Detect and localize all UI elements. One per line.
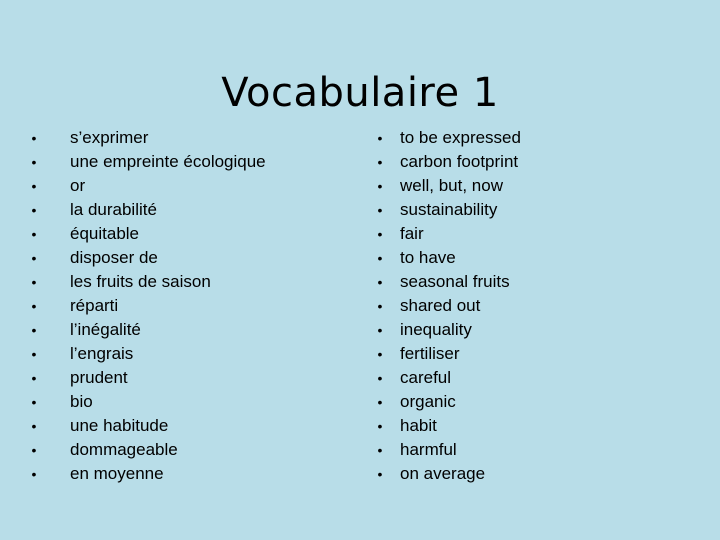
english-term-text: shared out (400, 296, 481, 315)
french-term-item: • s’exprimer (32, 126, 340, 150)
english-term-item: • habit (375, 414, 675, 438)
bullet-icon: • (31, 178, 37, 194)
english-term-item: • seasonal fruits (375, 270, 675, 294)
bullet-icon: • (31, 298, 37, 314)
french-term-text: disposer de (70, 248, 158, 267)
bullet-icon: • (377, 346, 383, 362)
french-term-item: • disposer de (32, 246, 340, 270)
english-term-item: • fertiliser (375, 342, 675, 366)
bullet-icon: • (31, 370, 37, 386)
french-term-item: • une empreinte écologique (32, 150, 340, 174)
english-term-text: sustainability (400, 200, 498, 219)
english-term-text: inequality (400, 320, 472, 339)
bullet-icon: • (377, 370, 383, 386)
english-term-text: to be expressed (400, 128, 521, 147)
bullet-icon: • (377, 250, 383, 266)
english-term-text: on average (400, 464, 486, 483)
bullet-icon: • (31, 466, 37, 482)
bullet-icon: • (377, 274, 383, 290)
bullet-icon: • (31, 442, 37, 458)
bullet-icon: • (31, 154, 37, 170)
french-term-text: la durabilité (70, 200, 157, 219)
french-term-item: • bio (32, 390, 340, 414)
english-term-item: • organic (375, 390, 675, 414)
french-term-text: en moyenne (70, 464, 164, 483)
english-term-item: • shared out (375, 294, 675, 318)
french-term-text: une empreinte écologique (70, 152, 266, 171)
english-term-text: habit (400, 416, 437, 435)
french-term-text: l’inégalité (70, 320, 141, 339)
french-term-item: • dommageable (32, 438, 340, 462)
english-term-text: fair (400, 224, 424, 243)
bullet-icon: • (377, 442, 383, 458)
french-term-text: dommageable (70, 440, 178, 459)
bullet-icon: • (377, 178, 383, 194)
bullet-icon: • (377, 130, 383, 146)
french-term-text: bio (70, 392, 93, 411)
english-term-text: fertiliser (400, 344, 460, 363)
french-term-item: • équitable (32, 222, 340, 246)
bullet-icon: • (31, 202, 37, 218)
english-term-item: • carbon footprint (375, 150, 675, 174)
bullet-icon: • (31, 250, 37, 266)
english-term-item: • well, but, now (375, 174, 675, 198)
french-vocabulary-list: • s’exprimer • une empreinte écologique • or •… (32, 126, 340, 486)
english-term-text: careful (400, 368, 452, 387)
french-term-text: réparti (70, 296, 119, 315)
french-term-text: or (70, 176, 86, 195)
english-translation-list: • to be expressed • carbon footprint • well, … (375, 126, 675, 486)
french-term-item: • les fruits de saison (32, 270, 340, 294)
bullet-icon: • (31, 418, 37, 434)
french-term-text: s’exprimer (70, 128, 149, 147)
english-term-text: seasonal fruits (400, 272, 510, 291)
english-term-item: • careful (375, 366, 675, 390)
english-term-text: harmful (400, 440, 457, 459)
french-term-text: une habitude (70, 416, 169, 435)
french-term-item: • l’engrais (32, 342, 340, 366)
bullet-icon: • (377, 226, 383, 242)
bullet-icon: • (31, 322, 37, 338)
bullet-icon: • (377, 322, 383, 338)
bullet-icon: • (31, 130, 37, 146)
bullet-icon: • (377, 418, 383, 434)
bullet-icon: • (31, 346, 37, 362)
english-term-text: carbon footprint (400, 152, 519, 171)
bullet-icon: • (31, 394, 37, 410)
english-term-item: • sustainability (375, 198, 675, 222)
french-term-text: les fruits de saison (70, 272, 211, 291)
english-term-item: • inequality (375, 318, 675, 342)
english-term-text: organic (400, 392, 456, 411)
bullet-icon: • (377, 466, 383, 482)
french-term-item: • réparti (32, 294, 340, 318)
english-term-text: well, but, now (400, 176, 503, 195)
french-term-text: l’engrais (70, 344, 134, 363)
bullet-icon: • (377, 298, 383, 314)
french-term-item: • en moyenne (32, 462, 340, 486)
french-term-item: • or (32, 174, 340, 198)
french-term-item: • la durabilité (32, 198, 340, 222)
bullet-icon: • (31, 274, 37, 290)
bullet-icon: • (377, 202, 383, 218)
french-term-text: équitable (70, 224, 140, 243)
bullet-icon: • (31, 226, 37, 242)
english-term-item: • to be expressed (375, 126, 675, 150)
slide-title: Vocabulaire 1 (221, 69, 499, 116)
english-term-item: • fair (375, 222, 675, 246)
english-term-item: • to have (375, 246, 675, 270)
english-term-text: to have (400, 248, 456, 267)
bullet-icon: • (377, 154, 383, 170)
bullet-icon: • (377, 394, 383, 410)
french-term-item: • prudent (32, 366, 340, 390)
english-term-item: • harmful (375, 438, 675, 462)
french-term-item: • une habitude (32, 414, 340, 438)
french-term-text: prudent (70, 368, 128, 387)
french-term-item: • l’inégalité (32, 318, 340, 342)
english-term-item: • on average (375, 462, 675, 486)
